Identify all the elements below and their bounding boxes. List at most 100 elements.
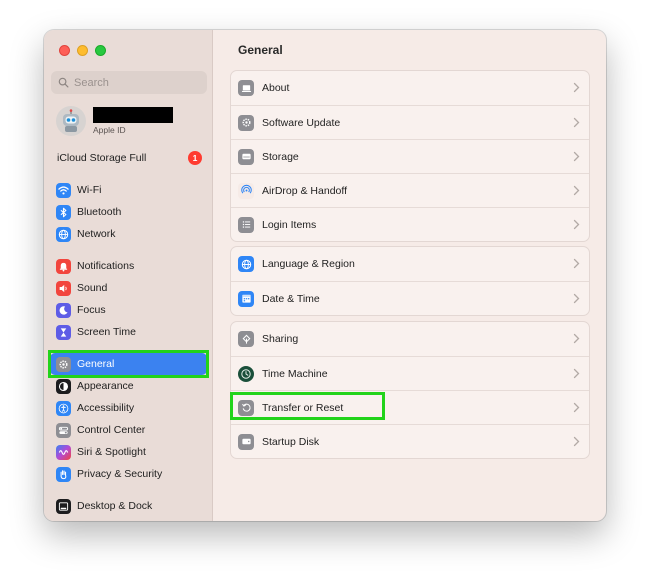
sidebar-item-label: Desktop & Dock (77, 500, 153, 512)
settings-group-system: Sharing Time Machine Transfer or Reset S… (230, 321, 590, 459)
settings-group-locale: Language & Region Date & Time (230, 246, 590, 316)
sidebar-item-label: Sound (77, 282, 108, 294)
icloud-storage-label: iCloud Storage Full (57, 152, 147, 164)
row-label: Login Items (262, 218, 317, 231)
sidebar-item-sound[interactable]: Sound (50, 277, 207, 299)
airdrop-icon (238, 182, 254, 199)
sidebar-group-system: General Appearance Accessibility Control… (50, 353, 207, 485)
gear-icon (56, 356, 71, 372)
chevron-right-icon (573, 117, 580, 128)
appearance-icon (56, 378, 71, 394)
chevron-right-icon (573, 185, 580, 196)
close-button[interactable] (59, 45, 70, 56)
search-input[interactable] (74, 76, 204, 89)
chevron-right-icon (573, 333, 580, 344)
row-login-items[interactable]: Login Items (231, 207, 589, 241)
row-transfer-reset[interactable]: Transfer or Reset (231, 390, 589, 424)
chevron-right-icon (573, 402, 580, 413)
chevron-right-icon (573, 368, 580, 379)
dock-icon (56, 498, 71, 514)
sidebar-item-label: Network (77, 228, 116, 240)
window-controls (59, 45, 106, 56)
row-software-update[interactable]: Software Update (231, 105, 589, 139)
sidebar-item-label: Notifications (77, 260, 135, 272)
sidebar-item-network[interactable]: Network (50, 223, 207, 245)
sidebar-item-bluetooth[interactable]: Bluetooth (50, 201, 207, 223)
sidebar-item-label: Siri & Spotlight (77, 446, 146, 458)
sidebar-group-desktop: Desktop & Dock (50, 495, 207, 517)
row-date-time[interactable]: Date & Time (231, 281, 589, 315)
sidebar-group-network: Wi-Fi Bluetooth Network (50, 179, 207, 245)
sidebar-item-label: Control Center (77, 424, 146, 436)
sidebar-item-focus[interactable]: Focus (50, 299, 207, 321)
row-storage[interactable]: Storage (231, 139, 589, 173)
sidebar-item-accessibility[interactable]: Accessibility (50, 397, 207, 419)
laptop-icon (238, 80, 254, 96)
siri-icon (56, 444, 71, 460)
globe-icon (238, 256, 254, 272)
hourglass-icon (56, 324, 71, 340)
row-startup-disk[interactable]: Startup Disk (231, 424, 589, 458)
row-label: Date & Time (262, 292, 320, 305)
row-about[interactable]: About (231, 71, 589, 105)
general-pane: General About Software Update Storage Ai… (214, 30, 606, 521)
reset-icon (238, 399, 254, 416)
hand-icon (56, 466, 71, 482)
row-label: Software Update (262, 116, 341, 129)
sidebar-item-control-center[interactable]: Control Center (50, 419, 207, 441)
time-machine-icon (238, 365, 254, 382)
apple-id-label: Apple ID (93, 125, 126, 135)
sidebar-item-label: Privacy & Security (77, 468, 163, 480)
calendar-icon (238, 290, 254, 307)
chevron-right-icon (573, 82, 580, 93)
row-label: Sharing (262, 333, 299, 345)
control-center-icon (56, 422, 71, 438)
chevron-right-icon (573, 436, 580, 447)
chevron-right-icon (573, 258, 580, 269)
settings-group-device: About Software Update Storage AirDrop & … (230, 70, 590, 242)
sidebar: Apple ID iCloud Storage Full 1 Wi-Fi Blu… (44, 30, 213, 521)
row-label: Transfer or Reset (262, 401, 344, 414)
sidebar-item-label: General (77, 358, 115, 370)
row-language-region[interactable]: Language & Region (231, 247, 589, 281)
sharing-icon (238, 331, 254, 347)
zoom-button[interactable] (95, 45, 106, 56)
search-field[interactable] (51, 71, 207, 94)
sidebar-item-privacy-security[interactable]: Privacy & Security (50, 463, 207, 485)
sidebar-item-siri-spotlight[interactable]: Siri & Spotlight (50, 441, 207, 463)
account-name-redacted (93, 107, 173, 123)
disk-icon (238, 433, 254, 450)
accessibility-icon (56, 400, 71, 416)
row-label: Storage (262, 150, 299, 163)
page-title: General (238, 43, 283, 57)
sidebar-item-label: Focus (77, 304, 106, 316)
row-label: About (262, 82, 290, 94)
sidebar-item-general[interactable]: General (50, 353, 207, 375)
avatar (56, 106, 86, 136)
sidebar-item-label: Accessibility (77, 402, 135, 414)
row-label: AirDrop & Handoff (262, 184, 348, 197)
bell-icon (56, 258, 71, 274)
gear-badge-icon (238, 114, 254, 131)
sidebar-item-appearance[interactable]: Appearance (50, 375, 207, 397)
row-sharing[interactable]: Sharing (231, 322, 589, 356)
row-label: Language & Region (262, 258, 355, 270)
bluetooth-icon (56, 204, 71, 220)
icloud-storage-alert[interactable]: iCloud Storage Full 1 (57, 151, 202, 165)
sidebar-item-wifi[interactable]: Wi-Fi (50, 179, 207, 201)
sidebar-item-screen-time[interactable]: Screen Time (50, 321, 207, 343)
globe-icon (56, 226, 71, 242)
row-time-machine[interactable]: Time Machine (231, 356, 589, 390)
minimize-button[interactable] (77, 45, 88, 56)
sidebar-item-desktop-dock[interactable]: Desktop & Dock (50, 495, 207, 517)
settings-window: Apple ID iCloud Storage Full 1 Wi-Fi Blu… (44, 30, 606, 521)
sidebar-item-notifications[interactable]: Notifications (50, 255, 207, 277)
robot-avatar-icon (63, 109, 79, 132)
notification-badge: 1 (188, 151, 202, 165)
search-icon (58, 77, 69, 88)
apple-id-account[interactable]: Apple ID (56, 104, 206, 138)
row-airdrop-handoff[interactable]: AirDrop & Handoff (231, 173, 589, 207)
list-icon (238, 216, 254, 233)
sidebar-item-label: Bluetooth (77, 206, 122, 218)
chevron-right-icon (573, 293, 580, 304)
